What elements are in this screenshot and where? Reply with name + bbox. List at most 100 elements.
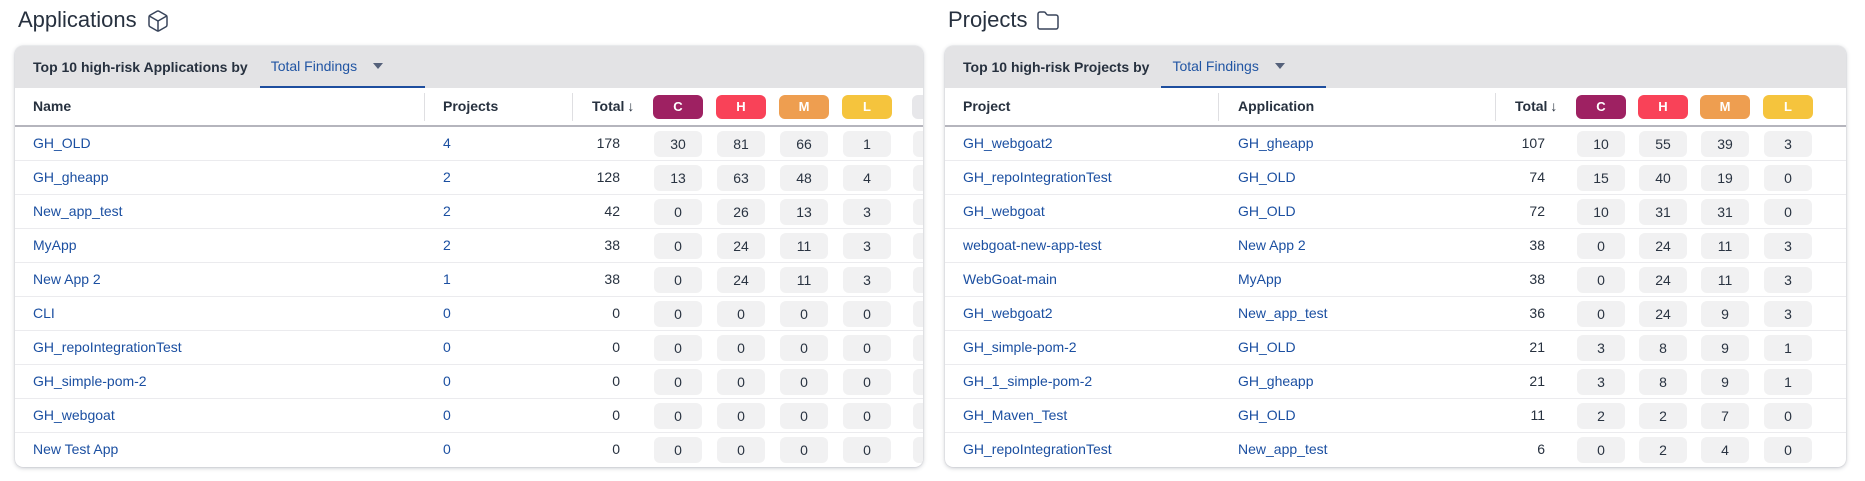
application-link[interactable]: New_app_test xyxy=(1238,433,1328,466)
application-link[interactable]: New_app_test xyxy=(1238,297,1328,330)
column-header-total[interactable]: Total↓ xyxy=(592,88,634,125)
table-row: GH_1_simple-pom-2GH_gheapp213891 xyxy=(945,365,1846,399)
severity-chip-medium: M xyxy=(779,95,829,119)
severity-chip-critical: C xyxy=(653,95,703,119)
project-link[interactable]: webgoat-new-app-test xyxy=(963,229,1102,262)
total-value: 21 xyxy=(1435,331,1545,364)
severity-count-badge-clipped xyxy=(913,403,923,429)
application-link[interactable]: GH_gheapp xyxy=(33,161,109,194)
severity-chip-high: H xyxy=(1638,95,1688,119)
severity-count-badge-clipped xyxy=(913,267,923,293)
severity-count-badge: 0 xyxy=(780,403,828,429)
application-link[interactable]: GH_simple-pom-2 xyxy=(33,365,147,398)
application-link[interactable]: GH_OLD xyxy=(1238,399,1296,432)
project-link[interactable]: GH_Maven_Test xyxy=(963,399,1067,432)
application-link[interactable]: New Test App xyxy=(33,433,118,466)
projects-title-row: Projects xyxy=(945,6,1846,46)
project-link[interactable]: GH_webgoat2 xyxy=(963,297,1053,330)
severity-count-badge: 26 xyxy=(717,199,765,225)
table-row: MyApp238024113 xyxy=(15,229,923,263)
severity-count-badge: 3 xyxy=(843,233,891,259)
projects-title: Projects xyxy=(948,6,1027,34)
total-value: 6 xyxy=(1435,433,1545,466)
project-link[interactable]: WebGoat-main xyxy=(963,263,1057,296)
severity-chip-clipped xyxy=(912,95,923,119)
severity-count-badge: 0 xyxy=(843,369,891,395)
projects-count-link[interactable]: 0 xyxy=(443,331,451,364)
application-link[interactable]: CLI xyxy=(33,297,55,330)
project-link[interactable]: GH_repoIntegrationTest xyxy=(963,433,1112,466)
application-link[interactable]: MyApp xyxy=(1238,263,1282,296)
table-body: GH_webgoat2GH_gheapp1071055393GH_repoInt… xyxy=(945,127,1846,467)
severity-count-badge: 0 xyxy=(843,335,891,361)
application-link[interactable]: New App 2 xyxy=(33,263,101,296)
findings-filter-dropdown[interactable]: Total Findings xyxy=(1161,46,1326,88)
projects-count-link[interactable]: 0 xyxy=(443,365,451,398)
severity-count-badge: 31 xyxy=(1639,199,1687,225)
severity-count-badge-clipped xyxy=(913,437,923,463)
project-link[interactable]: GH_1_simple-pom-2 xyxy=(963,365,1092,398)
severity-count-badge: 11 xyxy=(1701,233,1749,259)
application-link[interactable]: GH_repoIntegrationTest xyxy=(33,331,182,364)
severity-count-badge: 7 xyxy=(1701,403,1749,429)
severity-count-badge: 55 xyxy=(1639,131,1687,157)
project-link[interactable]: GH_repoIntegrationTest xyxy=(963,161,1112,194)
findings-filter-dropdown[interactable]: Total Findings xyxy=(260,46,425,88)
project-link[interactable]: GH_webgoat2 xyxy=(963,127,1053,160)
severity-count-badge: 15 xyxy=(1577,165,1625,191)
application-link[interactable]: MyApp xyxy=(33,229,77,262)
severity-count-badge: 0 xyxy=(780,437,828,463)
severity-count-badge: 0 xyxy=(1577,233,1625,259)
severity-chip-low: L xyxy=(842,95,892,119)
projects-count-link[interactable]: 4 xyxy=(443,127,451,160)
total-value: 0 xyxy=(510,297,620,330)
application-link[interactable]: GH_webgoat xyxy=(33,399,115,432)
table-row: New_app_test242026133 xyxy=(15,195,923,229)
application-link[interactable]: GH_gheapp xyxy=(1238,365,1314,398)
application-link[interactable]: GH_OLD xyxy=(33,127,91,160)
projects-count-link[interactable]: 2 xyxy=(443,195,451,228)
severity-count-badge: 0 xyxy=(717,403,765,429)
projects-count-link[interactable]: 1 xyxy=(443,263,451,296)
severity-count-badge: 11 xyxy=(1701,267,1749,293)
chevron-down-icon xyxy=(1275,63,1285,69)
column-header-total[interactable]: Total↓ xyxy=(1515,88,1557,125)
severity-count-badge-clipped xyxy=(913,131,923,157)
project-link[interactable]: GH_simple-pom-2 xyxy=(963,331,1077,364)
severity-count-badge: 48 xyxy=(780,165,828,191)
table-row: CLI000000 xyxy=(15,297,923,331)
severity-count-badge: 0 xyxy=(654,437,702,463)
applications-title: Applications xyxy=(18,6,137,34)
table-row: webgoat-new-app-testNew App 238024113 xyxy=(945,229,1846,263)
projects-count-link[interactable]: 0 xyxy=(443,399,451,432)
severity-count-badge: 8 xyxy=(1639,369,1687,395)
application-link[interactable]: New_app_test xyxy=(33,195,123,228)
application-link[interactable]: New App 2 xyxy=(1238,229,1306,262)
projects-count-link[interactable]: 2 xyxy=(443,229,451,262)
application-link[interactable]: GH_OLD xyxy=(1238,161,1296,194)
severity-count-badge: 3 xyxy=(1577,335,1625,361)
projects-count-link[interactable]: 2 xyxy=(443,161,451,194)
severity-chip-medium: M xyxy=(1700,95,1750,119)
dropdown-selected-value: Total Findings xyxy=(271,58,357,74)
column-header-projects: Projects xyxy=(443,88,498,125)
projects-count-link[interactable]: 0 xyxy=(443,433,451,466)
application-link[interactable]: GH_OLD xyxy=(1238,331,1296,364)
folder-icon xyxy=(1036,9,1060,33)
table-row: GH_webgoat2GH_gheapp1071055393 xyxy=(945,127,1846,161)
application-link[interactable]: GH_OLD xyxy=(1238,195,1296,228)
severity-count-badge: 1 xyxy=(843,131,891,157)
table-row: GH_Maven_TestGH_OLD112270 xyxy=(945,399,1846,433)
severity-count-badge-clipped xyxy=(913,335,923,361)
severity-count-badge: 31 xyxy=(1701,199,1749,225)
severity-count-badge: 40 xyxy=(1639,165,1687,191)
projects-count-link[interactable]: 0 xyxy=(443,297,451,330)
chevron-down-icon xyxy=(373,63,383,69)
table-row: WebGoat-mainMyApp38024113 xyxy=(945,263,1846,297)
project-link[interactable]: GH_webgoat xyxy=(963,195,1045,228)
total-value: 0 xyxy=(510,331,620,364)
severity-count-badge: 3 xyxy=(1764,267,1812,293)
application-link[interactable]: GH_gheapp xyxy=(1238,127,1314,160)
severity-count-badge: 3 xyxy=(1577,369,1625,395)
projects-panel: Top 10 high-risk Projects by Total Findi… xyxy=(945,46,1846,467)
